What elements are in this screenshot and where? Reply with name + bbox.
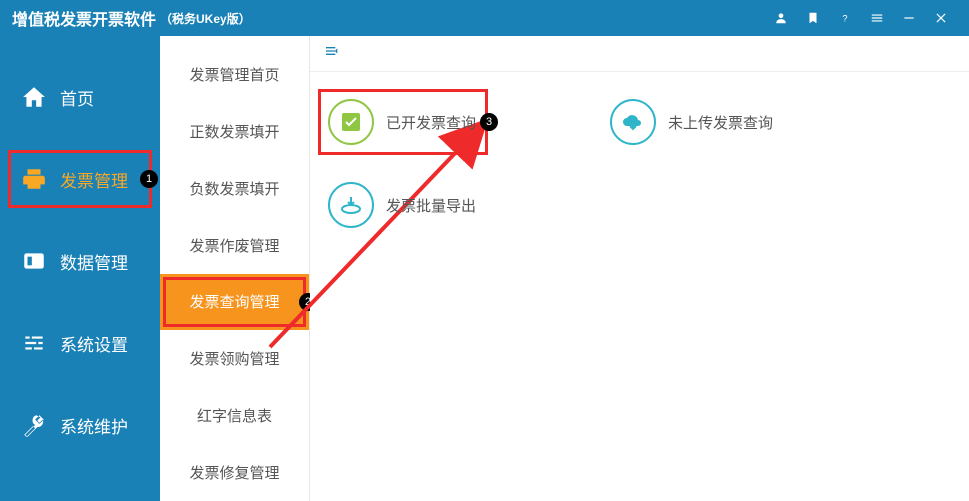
- titlebar: 增值税发票开票软件 （税务UKey版） ?: [0, 0, 969, 36]
- sidebar-item-maint[interactable]: 系统维护: [0, 384, 160, 466]
- tile-batch-export[interactable]: 发票批量导出: [328, 180, 476, 230]
- sidebar-item-label: 系统维护: [60, 413, 128, 438]
- tile-issued-query[interactable]: 已开发票查询 3: [328, 97, 476, 147]
- sliders-icon: [20, 329, 48, 357]
- sidebar-item-settings[interactable]: 系统设置: [0, 302, 160, 384]
- export-icon: [328, 182, 374, 228]
- annotation-badge-1: 1: [140, 170, 158, 188]
- sidebar-item-data[interactable]: 数据管理: [0, 220, 160, 302]
- tile-label: 已开发票查询: [386, 112, 476, 133]
- submenu-item-void[interactable]: 发票作废管理: [160, 217, 309, 274]
- sidebar-item-home[interactable]: 首页: [0, 56, 160, 138]
- sidebar-item-label: 系统设置: [60, 331, 128, 356]
- data-icon: [20, 247, 48, 275]
- content: 已开发票查询 3 未上传发票查询 发票批量导出: [310, 36, 969, 501]
- tools-icon: [20, 411, 48, 439]
- sidebar-item-label: 首页: [60, 85, 94, 110]
- annotation-badge-3: 3: [480, 113, 498, 131]
- sidebar: 首页 发票管理 1 数据管理 系统设置: [0, 36, 160, 501]
- collapse-icon[interactable]: [324, 43, 340, 64]
- menu-icon[interactable]: [861, 0, 893, 36]
- submenu-item-label: 正数发票填开: [189, 121, 279, 142]
- close-icon[interactable]: [925, 0, 957, 36]
- submenu-item-repair[interactable]: 发票修复管理: [160, 444, 309, 501]
- submenu-item-label: 红字信息表: [197, 405, 272, 426]
- submenu-item-label: 发票查询管理: [189, 291, 279, 312]
- tile-label: 未上传发票查询: [668, 112, 773, 133]
- app-root: 增值税发票开票软件 （税务UKey版） ? 首页: [0, 0, 969, 501]
- submenu-item-purchase[interactable]: 发票领购管理: [160, 330, 309, 387]
- minimize-icon[interactable]: [893, 0, 925, 36]
- submenu-item-neg[interactable]: 负数发票填开: [160, 160, 309, 217]
- body: 首页 发票管理 1 数据管理 系统设置: [0, 36, 969, 501]
- submenu-item-red[interactable]: 红字信息表: [160, 387, 309, 444]
- printer-icon: [20, 165, 48, 193]
- tile-notuploaded-query[interactable]: 未上传发票查询: [610, 97, 773, 147]
- submenu: 发票管理首页 正数发票填开 负数发票填开 发票作废管理 发票查询管理 2 发票领…: [160, 36, 310, 501]
- submenu-item-pos[interactable]: 正数发票填开: [160, 103, 309, 160]
- submenu-item-label: 发票作废管理: [189, 235, 279, 256]
- sidebar-item-label: 发票管理: [60, 167, 128, 192]
- submenu-item-label: 负数发票填开: [189, 178, 279, 199]
- sidebar-item-label: 数据管理: [60, 249, 128, 274]
- submenu-item-home[interactable]: 发票管理首页: [160, 46, 309, 103]
- home-icon: [20, 83, 48, 111]
- submenu-item-label: 发票修复管理: [189, 462, 279, 483]
- tile-label: 发票批量导出: [386, 195, 476, 216]
- submenu-item-query[interactable]: 发票查询管理 2: [160, 274, 309, 331]
- app-subtitle: （税务UKey版）: [160, 10, 251, 27]
- sidebar-item-invoice[interactable]: 发票管理 1: [0, 138, 160, 220]
- cloud-upload-icon: [610, 99, 656, 145]
- user-icon[interactable]: [765, 0, 797, 36]
- check-icon: [328, 99, 374, 145]
- app-title: 增值税发票开票软件: [12, 6, 156, 30]
- submenu-item-label: 发票管理首页: [189, 64, 279, 85]
- submenu-item-label: 发票领购管理: [189, 348, 279, 369]
- content-toolbar: [310, 36, 969, 72]
- svg-text:?: ?: [842, 14, 847, 24]
- bookmark-icon[interactable]: [797, 0, 829, 36]
- help-icon[interactable]: ?: [829, 0, 861, 36]
